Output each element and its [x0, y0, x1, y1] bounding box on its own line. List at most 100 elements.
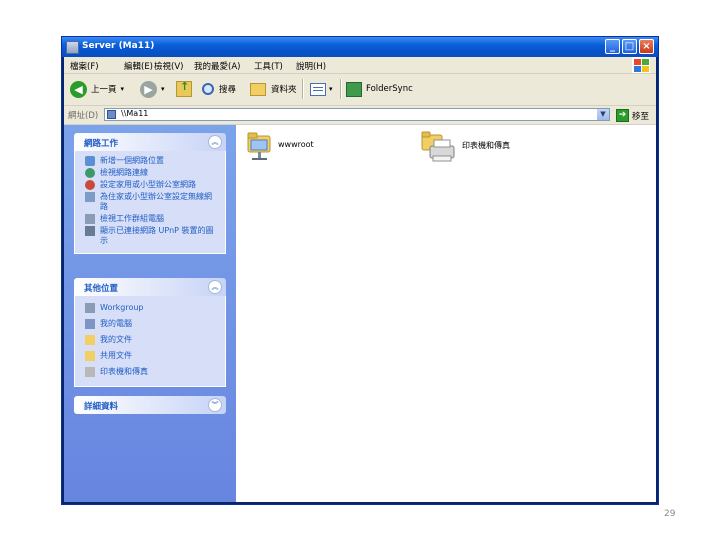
place-link-my-computer[interactable]: 我的電腦	[75, 318, 225, 330]
search-label: 搜尋	[219, 85, 237, 95]
home-network-icon	[85, 180, 95, 190]
menu-view[interactable]: 檢視(V)	[154, 60, 183, 72]
views-icon	[310, 82, 326, 96]
forward-button[interactable]: ▶ ▾	[140, 79, 165, 99]
task-link-label: 新增一個網路位置	[100, 156, 164, 165]
folders-button[interactable]: 資料夾	[250, 79, 297, 99]
page-number: 29	[664, 509, 676, 519]
task-pane: 網路工作 ︽ 新增一個網路位置 檢視網路連線 設定家用或小型辦公室網路 為住家或…	[64, 125, 236, 502]
task-link-label: 為住家或小型辦公室設定無線網路	[100, 192, 212, 211]
up-folder-button[interactable]: ↑	[176, 79, 192, 99]
toolbar: ◀ 上一頁 ▾ ▶ ▾ ↑ 搜尋 資料夾 ▾ FolderSync	[64, 74, 656, 106]
other-places-panel: 其他位置 ︽ Workgroup 我的電腦 我的文件 共用文件 印表機和傳真	[74, 278, 226, 387]
place-link-label: 印表機和傳真	[100, 367, 148, 376]
task-link-setup-home-network[interactable]: 設定家用或小型辦公室網路	[75, 179, 225, 191]
back-button[interactable]: ◀ 上一頁 ▾	[70, 79, 124, 99]
place-link-workgroup[interactable]: Workgroup	[75, 302, 225, 314]
place-link-label: 我的文件	[100, 335, 132, 344]
folders-icon	[250, 82, 266, 96]
search-button[interactable]: 搜尋	[202, 79, 236, 99]
menu-tools[interactable]: 工具(T)	[254, 60, 283, 72]
content-area: 網路工作 ︽ 新增一個網路位置 檢視網路連線 設定家用或小型辦公室網路 為住家或…	[64, 125, 656, 502]
back-dropdown-icon: ▾	[120, 85, 125, 93]
task-link-label: 檢視工作群組電腦	[100, 214, 164, 223]
go-label: 移至	[632, 111, 650, 122]
wireless-network-icon	[85, 192, 95, 202]
views-button[interactable]: ▾	[310, 79, 333, 99]
network-connections-icon	[85, 168, 95, 178]
close-button[interactable]: ×	[639, 39, 654, 54]
search-icon	[202, 83, 214, 95]
my-computer-icon	[85, 319, 95, 329]
place-link-label: 共用文件	[100, 351, 132, 360]
menu-help[interactable]: 說明(H)	[296, 60, 326, 72]
maximize-button[interactable]: □	[622, 39, 637, 54]
network-tasks-panel: 網路工作 ︽ 新增一個網路位置 檢視網路連線 設定家用或小型辦公室網路 為住家或…	[74, 133, 226, 254]
place-link-label: Workgroup	[100, 303, 144, 312]
minimize-button[interactable]: _	[605, 39, 620, 54]
forward-dropdown-icon: ▾	[161, 85, 165, 93]
panel-header[interactable]: 詳細資料 ︾	[74, 396, 226, 414]
place-link-shared-documents[interactable]: 共用文件	[75, 350, 225, 362]
menu-bar: 檔案(F) 編輯(E) 檢視(V) 我的最愛(A) 工具(T) 說明(H)	[64, 57, 656, 74]
toolbar-separator	[340, 79, 342, 99]
panel-header[interactable]: 網路工作 ︽	[74, 133, 226, 151]
go-arrow-icon: ➔	[616, 109, 629, 122]
workgroup-computers-icon	[85, 214, 95, 224]
task-link-add-network-place[interactable]: 新增一個網路位置	[75, 155, 225, 167]
views-dropdown-icon: ▾	[329, 85, 333, 93]
shared-documents-icon	[85, 351, 95, 361]
shared-folder-icon	[247, 132, 271, 160]
details-panel: 詳細資料 ︾	[74, 396, 226, 414]
panel-title: 其他位置	[84, 284, 119, 294]
back-arrow-icon: ◀	[70, 80, 87, 98]
title-bar[interactable]: Server (Ma11) _ □ ×	[62, 37, 658, 57]
foldersync-button[interactable]: FolderSync	[346, 79, 413, 99]
task-link-setup-wireless[interactable]: 為住家或小型辦公室設定無線網路	[75, 191, 225, 213]
address-label: 網址(D)	[68, 111, 99, 121]
address-bar: 網址(D) \\Ma11 ▼ ➔ 移至	[64, 106, 656, 125]
back-label: 上一頁	[91, 85, 117, 95]
task-link-label: 檢視網路連線	[100, 168, 148, 177]
file-view: wwwroot 印表機和傳真	[236, 125, 656, 502]
windows-logo-icon	[632, 57, 650, 73]
place-link-label: 我的電腦	[100, 319, 132, 328]
printers-icon	[85, 367, 95, 377]
task-link-label: 顯示已連接網路 UPnP 裝置的圖示	[100, 226, 214, 245]
toolbar-separator	[302, 79, 304, 99]
menu-edit[interactable]: 編輯(E)	[124, 60, 153, 72]
foldersync-icon	[346, 81, 362, 97]
address-input[interactable]: \\Ma11 ▼	[104, 108, 610, 121]
chevron-down-icon[interactable]: ︾	[208, 398, 222, 412]
chevron-up-icon[interactable]: ︽	[208, 280, 222, 294]
place-link-my-documents[interactable]: 我的文件	[75, 334, 225, 346]
address-dropdown-icon[interactable]: ▼	[597, 109, 609, 120]
menu-file[interactable]: 檔案(F)	[70, 60, 99, 72]
share-label: wwwroot	[278, 140, 314, 149]
foldersync-label: FolderSync	[366, 84, 413, 94]
printers-folder-icon	[421, 131, 455, 162]
folders-label: 資料夾	[271, 85, 297, 95]
task-link-view-workgroup[interactable]: 檢視工作群組電腦	[75, 213, 225, 225]
my-documents-icon	[85, 335, 95, 345]
forward-arrow-icon: ▶	[140, 80, 157, 98]
menu-favorites[interactable]: 我的最愛(A)	[194, 60, 240, 72]
network-place-icon	[85, 156, 95, 166]
printers-label: 印表機和傳真	[462, 141, 510, 150]
share-item-wwwroot[interactable]: wwwroot	[246, 130, 314, 162]
window-title: Server (Ma11)	[82, 41, 155, 51]
place-link-printers[interactable]: 印表機和傳真	[75, 366, 225, 378]
upnp-icon	[85, 226, 95, 236]
task-link-show-upnp[interactable]: 顯示已連接網路 UPnP 裝置的圖示	[75, 225, 225, 247]
panel-title: 網路工作	[84, 139, 119, 149]
panel-title: 詳細資料	[84, 402, 119, 412]
task-link-view-connections[interactable]: 檢視網路連線	[75, 167, 225, 179]
address-value: \\Ma11	[121, 109, 149, 118]
task-link-label: 設定家用或小型辦公室網路	[100, 180, 196, 189]
printers-and-faxes-item[interactable]: 印表機和傳真	[420, 130, 510, 164]
panel-header[interactable]: 其他位置 ︽	[74, 278, 226, 296]
go-button[interactable]: ➔ 移至	[616, 109, 649, 122]
chevron-up-icon[interactable]: ︽	[208, 135, 222, 149]
network-folder-icon	[66, 41, 79, 54]
up-folder-icon: ↑	[176, 80, 192, 97]
